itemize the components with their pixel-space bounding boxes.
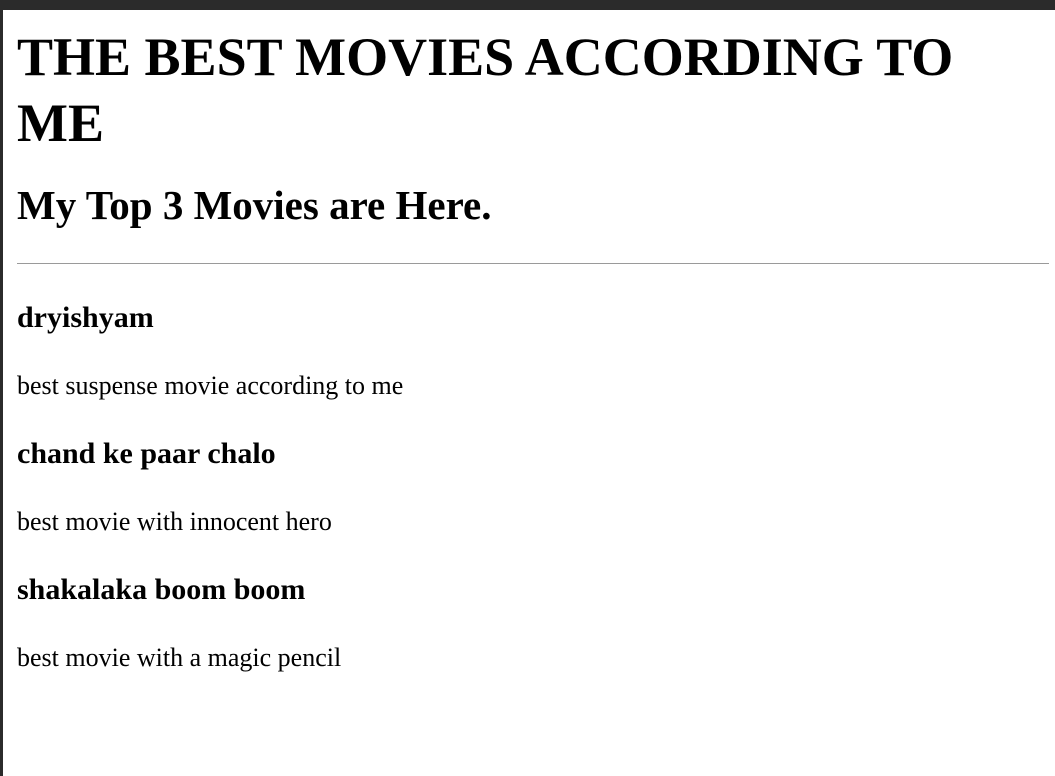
page-subtitle: My Top 3 Movies are Here. bbox=[17, 182, 492, 228]
movie-item: dryishyam best suspense movie according … bbox=[17, 300, 1049, 402]
window-top-bar bbox=[0, 0, 1055, 10]
movie-title: chand ke paar chalo bbox=[17, 437, 276, 470]
movie-item: shakalaka boom boom best movie with a ma… bbox=[17, 572, 1049, 674]
movie-item: chand ke paar chalo best movie with inno… bbox=[17, 436, 1049, 538]
window-left-edge bbox=[0, 10, 3, 776]
movie-title: dryishyam bbox=[17, 301, 154, 334]
section-divider bbox=[17, 263, 1049, 264]
page-title: THE BEST MOVIES ACCORDING TO ME bbox=[17, 27, 954, 153]
movie-title: shakalaka boom boom bbox=[17, 573, 306, 606]
movie-description: best suspense movie according to me bbox=[17, 371, 404, 400]
movie-description: best movie with a magic pencil bbox=[17, 643, 342, 672]
movie-description: best movie with innocent hero bbox=[17, 507, 332, 536]
page-content: THE BEST MOVIES ACCORDING TO ME My Top 3… bbox=[17, 10, 1049, 674]
